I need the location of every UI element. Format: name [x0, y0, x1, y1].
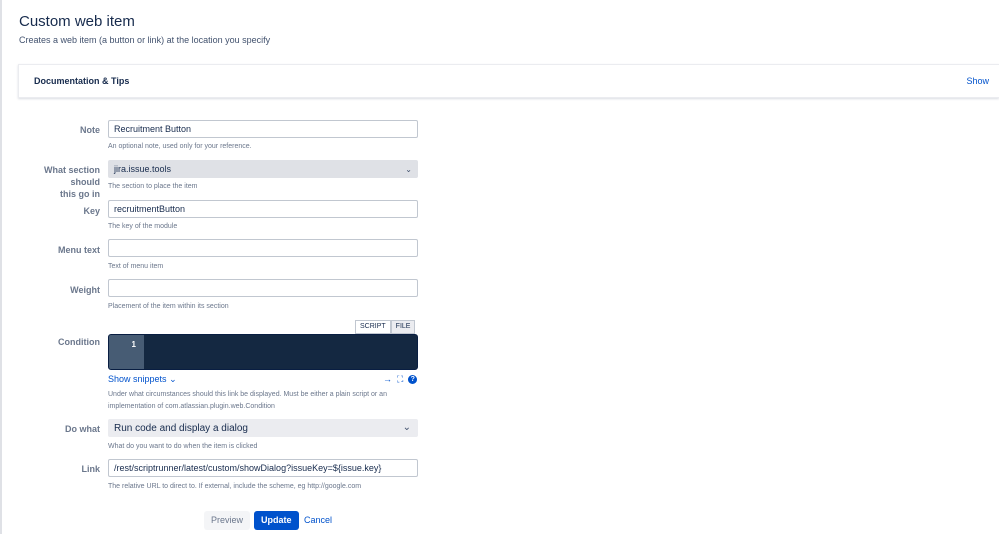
link-input[interactable]: /rest/scriptrunner/latest/custom/showDia…: [108, 459, 418, 477]
section-label-line2: this go in: [60, 189, 100, 199]
tab-file[interactable]: FILE: [390, 320, 416, 334]
do-what-label: Do what: [65, 424, 100, 434]
weight-input[interactable]: [108, 279, 418, 297]
key-hint: The key of the module: [108, 223, 178, 230]
editor-tools: → ⛶ ?: [383, 374, 418, 384]
chevron-down-icon: ⌄: [402, 422, 411, 433]
show-snippets-link[interactable]: Show snippets ⌄: [108, 374, 177, 385]
preview-button[interactable]: Preview: [204, 511, 251, 530]
chevron-down-icon: ⌄: [405, 165, 412, 174]
documentation-panel: Documentation & Tips Show: [18, 64, 999, 98]
note-hint: An optional note, used only for your ref…: [108, 143, 252, 150]
section-label: What section should this go in: [18, 164, 100, 200]
double-chevron-down-icon: ⌄: [169, 374, 177, 384]
left-border: [0, 0, 2, 534]
section-select[interactable]: jira.issue.tools ⌄: [108, 160, 418, 178]
fullscreen-icon[interactable]: ⛶: [397, 374, 403, 384]
menu-text-hint: Text of menu item: [108, 263, 164, 270]
menu-text-label: Menu text: [57, 245, 100, 255]
update-button[interactable]: Update: [254, 511, 299, 530]
weight-hint: Placement of the item within its section: [108, 303, 229, 310]
editor-gutter: 1: [109, 335, 144, 369]
page-title: Custom web item: [19, 13, 135, 30]
condition-hint-line2: implementation of com.atlassian.plugin.w…: [108, 403, 275, 410]
condition-hint-line1: Under what circumstances should this lin…: [108, 391, 387, 398]
do-what-hint: What do you want to do when the item is …: [108, 443, 258, 450]
menu-text-input[interactable]: [108, 239, 418, 257]
key-input[interactable]: recruitmentButton: [108, 200, 418, 218]
cancel-button[interactable]: Cancel: [297, 511, 339, 530]
section-hint: The section to place the item: [108, 183, 198, 190]
key-label: Key: [83, 206, 100, 216]
page-subtitle: Creates a web item (a button or link) at…: [19, 35, 271, 45]
arrow-right-icon[interactable]: →: [383, 374, 392, 384]
tab-script[interactable]: SCRIPT: [355, 320, 391, 334]
documentation-show-link[interactable]: Show: [966, 76, 989, 86]
do-what-select[interactable]: Run code and display a dialog ⌄: [108, 419, 418, 437]
link-hint: The relative URL to direct to. If extern…: [108, 483, 362, 490]
do-what-value: Run code and display a dialog: [114, 423, 248, 434]
section-label-line1: What section should: [43, 165, 100, 187]
documentation-title: Documentation & Tips: [34, 76, 130, 86]
condition-label: Condition: [58, 337, 100, 347]
weight-label: Weight: [70, 285, 100, 295]
link-label: Link: [81, 464, 100, 474]
condition-tabs: SCRIPT FILE: [355, 320, 416, 334]
section-select-value: jira.issue.tools: [114, 164, 172, 174]
line-number: 1: [131, 340, 136, 349]
help-icon[interactable]: ?: [408, 374, 418, 384]
note-input[interactable]: Recruitment Button: [108, 120, 418, 138]
condition-code-editor[interactable]: 1: [108, 334, 418, 370]
note-label: Note: [80, 125, 100, 135]
show-snippets-label: Show snippets: [108, 374, 167, 384]
